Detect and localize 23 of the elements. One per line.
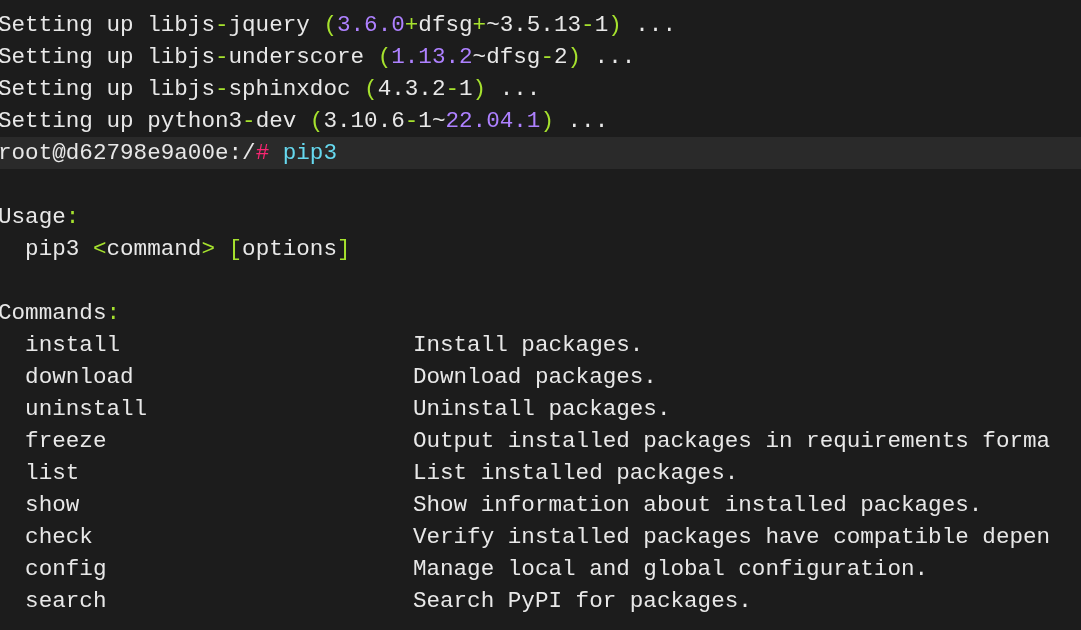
command-name: list xyxy=(25,460,80,486)
command-description: Search PyPI for packages. xyxy=(412,588,752,614)
usage-syntax: pip3 <command> [options] xyxy=(25,236,351,262)
typed-command: pip3 xyxy=(282,140,337,166)
command-name: check xyxy=(25,524,93,550)
command-description: Verify installed packages have compatible depen xyxy=(412,524,1051,550)
command-description: Manage local and global configuration. xyxy=(412,556,929,582)
command-name: freeze xyxy=(25,428,107,454)
command-name: search xyxy=(25,588,107,614)
command-description: Show information about installed packages. xyxy=(412,492,983,518)
section-heading: Commands: xyxy=(0,300,121,326)
command-description: Install packages. xyxy=(412,332,644,358)
command-name: install xyxy=(25,332,121,358)
command-name: download xyxy=(25,364,134,390)
command-description: Output installed packages in requirements forma xyxy=(412,428,1051,454)
command-description: Uninstall packages. xyxy=(412,396,671,422)
shell-prompt: root@d62798e9a00e:/# xyxy=(0,140,270,166)
command-name: uninstall xyxy=(25,396,148,422)
command-description: Download packages. xyxy=(412,364,657,390)
command-name: config xyxy=(25,556,107,582)
command-name: show xyxy=(25,492,80,518)
section-heading: Usage: xyxy=(0,204,80,230)
command-description: List installed packages. xyxy=(412,460,739,486)
